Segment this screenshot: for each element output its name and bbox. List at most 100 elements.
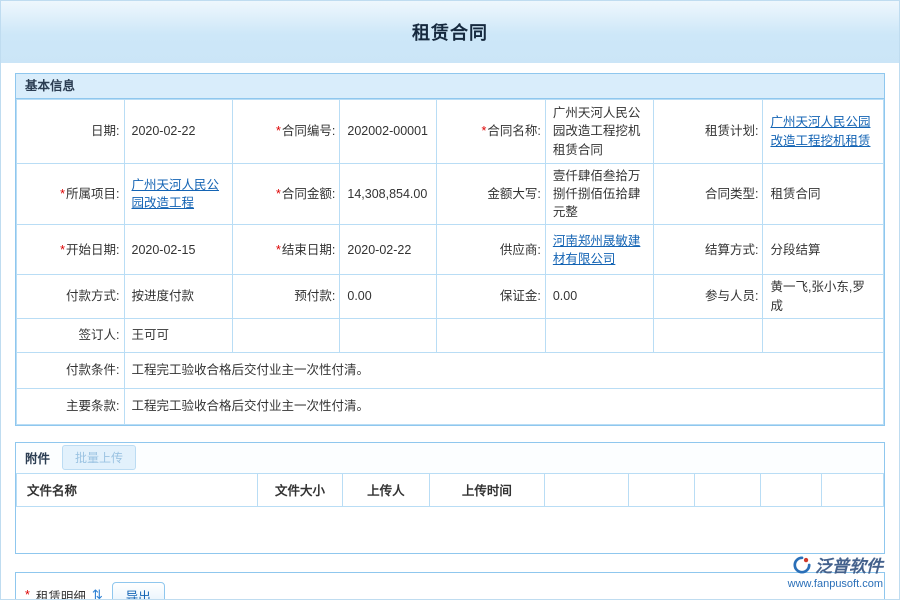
date-label: 日期: [17,100,125,164]
attachments-title: 附件 [25,448,50,467]
lease-plan-label: 租赁计划: [654,100,763,164]
attachments-empty-area [16,507,884,553]
table-row: 付款条件: 工程完工验收合格后交付业主一次性付清。 [17,352,884,388]
lease-contract-page: 租赁合同 基本信息 日期: 2020-02-22 *合同编号: 202002-0… [0,0,900,600]
lease-detail-section: * 租赁明细 ⇅ 导出 [15,572,885,600]
empty-cell [545,318,653,352]
supplier-value: 河南郑州晟敏建材有限公司 [545,225,653,275]
table-row: 日期: 2020-02-22 *合同编号: 202002-00001 *合同名称… [17,100,884,164]
required-marker: * [481,124,486,138]
attachments-section: 附件 批量上传 文件名称 文件大小 上传人 上传时间 [15,442,885,554]
brand-url: www.fanpusoft.com [788,578,883,590]
sort-toggle-icon[interactable]: ⇅ [92,587,103,600]
end-date-label: *结束日期: [232,225,340,275]
contract-name-value: 广州天河人民公园改造工程挖机租赁合同 [545,100,653,164]
basic-info-grid: 日期: 2020-02-22 *合同编号: 202002-00001 *合同名称… [16,99,884,425]
deposit-label: 保证金: [437,275,545,318]
required-marker: * [276,243,281,257]
contract-type-label: 合同类型: [654,164,763,225]
payment-terms-label: 付款条件: [17,352,125,388]
attachments-col-file-name: 文件名称 [17,473,258,506]
empty-cell [340,318,437,352]
basic-info-section-title: 基本信息 [16,74,884,99]
label-text: 开始日期: [66,243,119,257]
attachments-col-extra-2 [629,473,695,506]
empty-cell [437,318,545,352]
export-button[interactable]: 导出 [112,582,165,600]
amount-in-words-value: 壹仟肆佰叁拾万捌仟捌佰伍拾肆元整 [545,164,653,225]
attachments-col-extra-4 [760,473,821,506]
contract-number-value: 202002-00001 [340,100,437,164]
attachments-col-file-size: 文件大小 [258,473,343,506]
lease-plan-value: 广州天河人民公园改造工程挖机租赁 [763,100,884,164]
label-text: 参与人员: [705,289,758,303]
settlement-method-value: 分段结算 [763,225,884,275]
project-label: *所属项目: [17,164,125,225]
signer-label: 签订人: [17,318,125,352]
attachments-col-uploader: 上传人 [342,473,429,506]
label-text: 保证金: [500,289,541,303]
lease-plan-link[interactable]: 广州天河人民公园改造工程挖机租赁 [770,115,870,147]
advance-payment-value: 0.00 [340,275,437,318]
payment-method-value: 按进度付款 [124,275,232,318]
table-row: 付款方式: 按进度付款 预付款: 0.00 保证金: 0.00 参与人员: 黄一… [17,275,884,318]
fanpu-logo-icon [793,556,811,574]
amount-in-words-label: 金额大写: [437,164,545,225]
attachments-header-row: 文件名称 文件大小 上传人 上传时间 [17,473,884,506]
basic-info-section: 基本信息 日期: 2020-02-22 *合同编号: 202002-00001 … [15,73,885,426]
contract-amount-label: *合同金额: [232,164,340,225]
payment-terms-value: 工程完工验收合格后交付业主一次性付清。 [124,352,884,388]
label-text: 付款条件: [66,363,119,377]
start-date-value: 2020-02-15 [124,225,232,275]
label-text: 合同名称: [487,124,540,138]
table-row: 主要条款: 工程完工验收合格后交付业主一次性付清。 [17,388,884,424]
label-text: 供应商: [500,243,541,257]
attachments-col-extra-3 [694,473,760,506]
label-text: 合同类型: [705,187,758,201]
empty-cell [232,318,340,352]
label-text: 租赁计划: [705,124,758,138]
contract-type-value: 租赁合同 [763,164,884,225]
empty-cell [763,318,884,352]
signer-value: 王可可 [124,318,232,352]
required-marker: * [276,187,281,201]
page-header-band: 租赁合同 [1,1,899,63]
contract-name-label: *合同名称: [437,100,545,164]
lease-detail-row: * 租赁明细 ⇅ 导出 [25,582,875,600]
label-text: 合同编号: [282,124,335,138]
label-text: 结算方式: [705,243,758,257]
branding-link[interactable]: 泛普软件 www.fanpusoft.com [788,552,883,590]
supplier-label: 供应商: [437,225,545,275]
table-row: *所属项目: 广州天河人民公园改造工程 *合同金额: 14,308,854.00… [17,164,884,225]
label-text: 付款方式: [66,289,119,303]
label-text: 结束日期: [282,243,335,257]
required-marker: * [25,588,30,600]
supplier-link[interactable]: 河南郑州晟敏建材有限公司 [553,234,641,266]
participants-label: 参与人员: [654,275,763,318]
table-row: *开始日期: 2020-02-15 *结束日期: 2020-02-22 供应商:… [17,225,884,275]
label-text: 合同金额: [282,187,335,201]
payment-method-label: 付款方式: [17,275,125,318]
project-value: 广州天河人民公园改造工程 [124,164,232,225]
empty-cell [654,318,763,352]
settlement-method-label: 结算方式: [654,225,763,275]
contract-number-label: *合同编号: [232,100,340,164]
table-row: 签订人: 王可可 [17,318,884,352]
contract-amount-value: 14,308,854.00 [340,164,437,225]
lease-detail-label: 租赁明细 [36,586,86,600]
required-marker: * [276,124,281,138]
brand-line: 泛普软件 [788,552,883,577]
required-marker: * [60,243,65,257]
label-text: 签订人: [79,328,120,342]
project-link[interactable]: 广州天河人民公园改造工程 [132,178,220,210]
attachments-col-upload-time: 上传时间 [429,473,544,506]
main-terms-label: 主要条款: [17,388,125,424]
batch-upload-button[interactable]: 批量上传 [62,445,136,470]
required-marker: * [60,187,65,201]
label-text: 日期: [91,124,119,138]
deposit-value: 0.00 [545,275,653,318]
date-value: 2020-02-22 [124,100,232,164]
attachments-header: 附件 批量上传 [16,443,884,473]
end-date-value: 2020-02-22 [340,225,437,275]
page-title: 租赁合同 [412,19,488,45]
